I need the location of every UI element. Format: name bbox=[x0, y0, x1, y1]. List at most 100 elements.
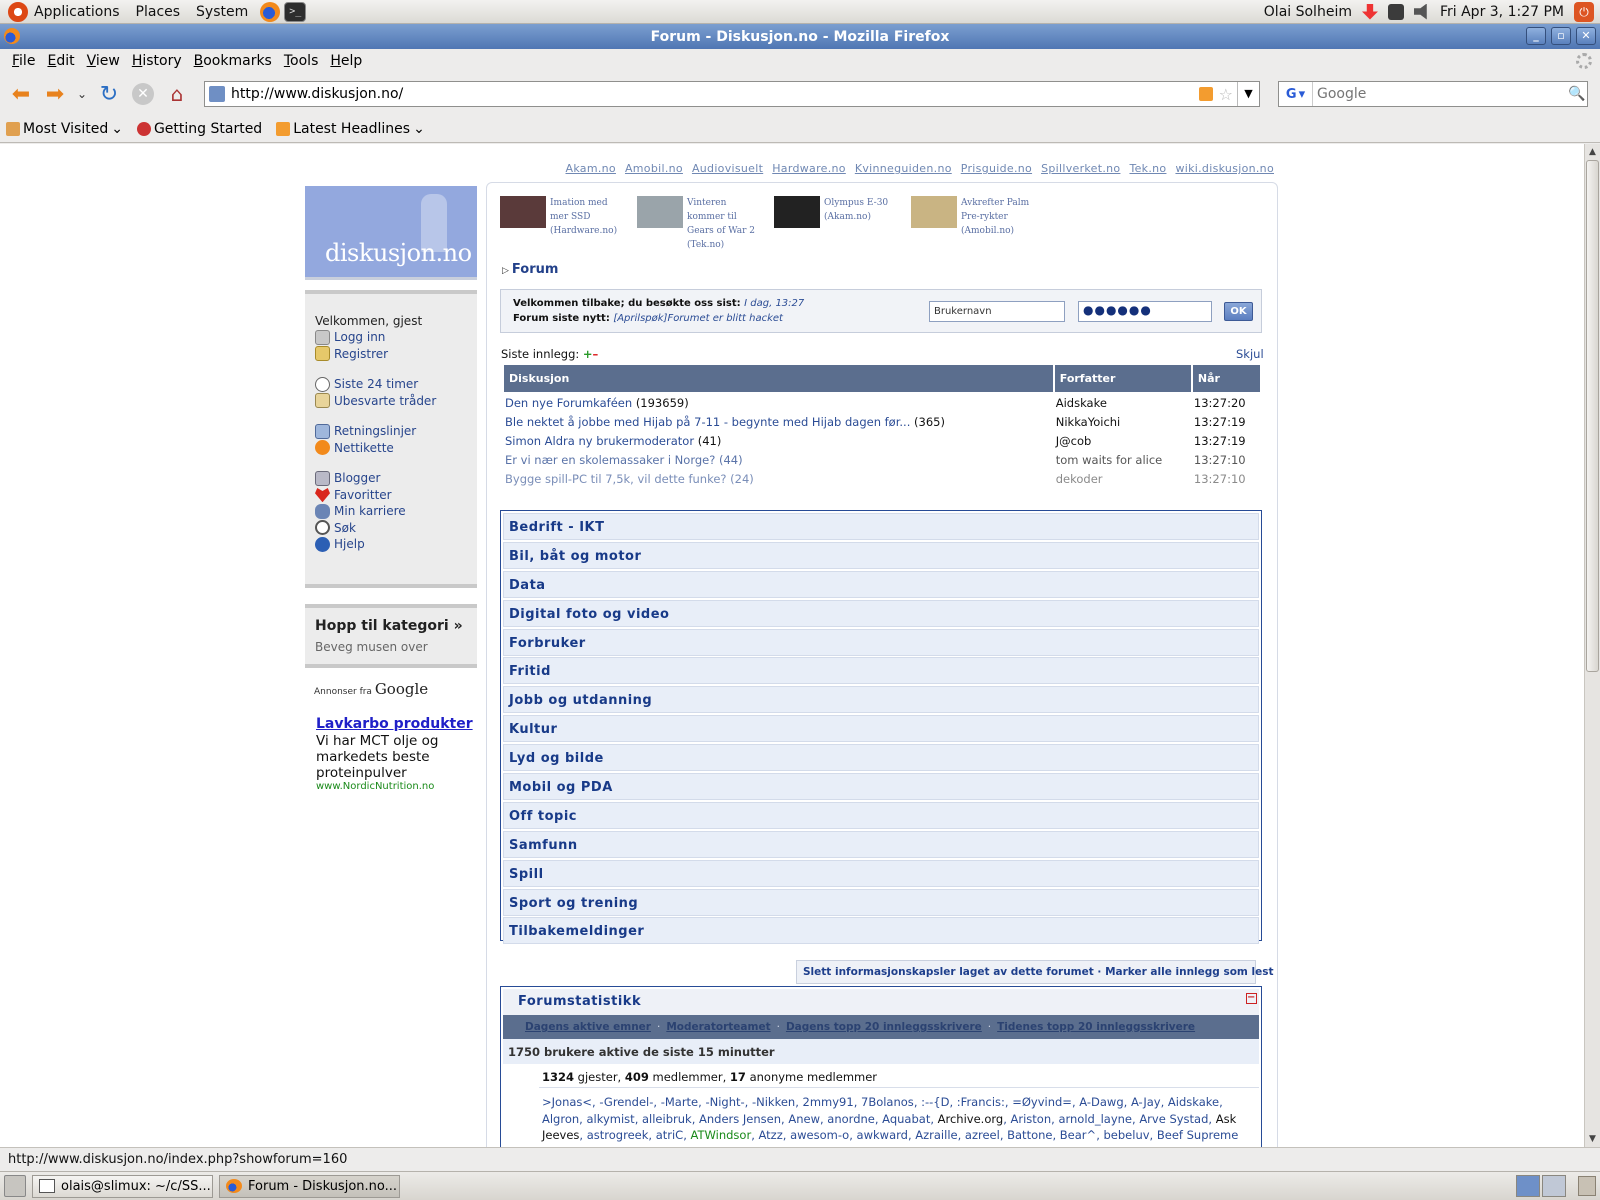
trash-icon[interactable] bbox=[1578, 1176, 1596, 1196]
online-user[interactable]: awkward bbox=[857, 1128, 908, 1142]
back-button[interactable]: ⬅ bbox=[6, 79, 36, 109]
online-user[interactable]: anordne bbox=[827, 1112, 875, 1126]
rss-feed-icon[interactable] bbox=[1198, 87, 1213, 101]
task-firefox[interactable]: Forum - Diskusjon.no... bbox=[219, 1174, 400, 1198]
online-user[interactable]: -Marte bbox=[661, 1095, 698, 1109]
jump-to-category[interactable]: Hopp til kategori » Beveg musen over bbox=[305, 604, 477, 668]
online-user[interactable]: -Nikken bbox=[752, 1095, 795, 1109]
stop-button[interactable]: ✕ bbox=[132, 83, 154, 105]
workspace-1[interactable] bbox=[1516, 1175, 1540, 1197]
reload-button[interactable]: ↻ bbox=[94, 79, 124, 109]
category-row[interactable]: Forbruker bbox=[503, 628, 1259, 656]
stats-link[interactable]: Dagens aktive emner bbox=[525, 1021, 651, 1033]
career-link[interactable]: Min karriere bbox=[315, 503, 477, 520]
news-text[interactable]: Olympus E-30 (Akam.no) bbox=[824, 196, 888, 252]
category-row[interactable]: Bedrift - IKT bbox=[503, 513, 1259, 540]
category-row[interactable]: Spill bbox=[503, 859, 1259, 887]
online-user[interactable]: =Øyvind= bbox=[1012, 1095, 1072, 1109]
search-engine-selector[interactable]: G ▾ bbox=[1279, 82, 1313, 106]
author-cell[interactable]: dekoder bbox=[1055, 470, 1191, 487]
online-user[interactable]: Bear^ bbox=[1060, 1128, 1096, 1142]
online-user[interactable]: A-Dawg bbox=[1079, 1095, 1123, 1109]
category-row[interactable]: Digital foto og video bbox=[503, 599, 1259, 627]
news-thumbnail[interactable] bbox=[637, 196, 683, 228]
category-row[interactable]: Mobil og PDA bbox=[503, 773, 1259, 801]
maximize-button[interactable]: ▫ bbox=[1551, 27, 1571, 45]
online-user[interactable]: A-Jay bbox=[1131, 1095, 1161, 1109]
online-user[interactable]: 7Bolanos bbox=[861, 1095, 914, 1109]
author-cell[interactable]: J@cob bbox=[1055, 432, 1191, 449]
news-thumbnail[interactable] bbox=[911, 196, 957, 228]
topic-link[interactable]: Bygge spill-PC til 7,5k, vil dette funke… bbox=[505, 472, 727, 486]
news-item[interactable]: Vinteren kommer til Gears of War 2 (Tek.n… bbox=[637, 196, 764, 252]
news-item[interactable]: Avkrefter Palm Pre-rykter (Amobil.no) bbox=[911, 196, 1038, 252]
author-cell[interactable]: Aidskake bbox=[1055, 394, 1191, 411]
close-button[interactable]: ✕ bbox=[1576, 27, 1596, 45]
online-user[interactable]: Atzz bbox=[759, 1128, 783, 1142]
search-go-icon[interactable]: 🔍 bbox=[1567, 86, 1587, 102]
scrollbar-thumb[interactable] bbox=[1586, 160, 1599, 672]
menu-history[interactable]: History bbox=[126, 53, 188, 69]
workspace-2[interactable] bbox=[1542, 1175, 1566, 1197]
stats-link[interactable]: Moderatorteamet bbox=[666, 1021, 770, 1033]
topic-link[interactable]: Simon Aldra ny brukermoderator bbox=[505, 434, 694, 448]
news-thumbnail[interactable] bbox=[774, 196, 820, 228]
bookmark-latest-headlines[interactable]: Latest Headlines ⌄ bbox=[276, 121, 425, 137]
bookmark-most-visited[interactable]: Most Visited ⌄ bbox=[6, 121, 123, 137]
online-user[interactable]: azreel bbox=[965, 1128, 1000, 1142]
online-user[interactable]: Beef Supreme bbox=[1157, 1128, 1238, 1142]
scroll-up-icon[interactable]: ▲ bbox=[1585, 144, 1600, 160]
category-row[interactable]: Lyd og bilde bbox=[503, 744, 1259, 772]
menu-view[interactable]: View bbox=[81, 53, 126, 69]
ad-title-link[interactable]: Lavkarbo produkter bbox=[316, 716, 473, 732]
online-user[interactable]: Azraille bbox=[915, 1128, 957, 1142]
expand-icon[interactable]: + bbox=[583, 347, 593, 361]
online-user[interactable]: Arve Systad bbox=[1139, 1112, 1208, 1126]
stats-link[interactable]: Dagens topp 20 innleggsskrivere bbox=[786, 1021, 982, 1033]
category-row[interactable]: Tilbakemeldinger bbox=[503, 917, 1259, 945]
menu-tools[interactable]: Tools bbox=[278, 53, 325, 69]
online-user[interactable]: :--{D bbox=[921, 1095, 949, 1109]
search-input[interactable] bbox=[1313, 86, 1567, 102]
history-dropdown-button[interactable]: ⌄ bbox=[74, 79, 90, 109]
topic-link[interactable]: Den nye Forumkaféen bbox=[505, 396, 632, 410]
menu-file[interactable]: File bbox=[6, 53, 41, 69]
last-24h-link[interactable]: Siste 24 timer bbox=[315, 376, 477, 393]
site-logo[interactable]: diskusjon.no bbox=[305, 186, 477, 280]
home-button[interactable]: ⌂ bbox=[162, 79, 192, 109]
collapse-icon[interactable]: – bbox=[593, 347, 599, 361]
firefox-window-icon[interactable] bbox=[4, 28, 20, 44]
applications-menu[interactable]: Applications bbox=[0, 1, 128, 22]
site-identity-icon[interactable] bbox=[209, 86, 225, 102]
news-text[interactable]: Imation med mer SSD (Hardware.no) bbox=[550, 196, 627, 252]
online-user[interactable]: ATWindsor bbox=[691, 1128, 752, 1142]
online-user[interactable]: Anew bbox=[788, 1112, 820, 1126]
author-cell[interactable]: tom waits for alice bbox=[1055, 451, 1191, 468]
site-link[interactable]: Akam.no bbox=[566, 162, 616, 175]
site-link[interactable]: Prisguide.no bbox=[961, 162, 1032, 175]
online-user[interactable]: arnold_layne bbox=[1058, 1112, 1132, 1126]
site-link[interactable]: Amobil.no bbox=[625, 162, 683, 175]
search-link[interactable]: Søk bbox=[315, 520, 477, 537]
online-user[interactable]: -Night- bbox=[705, 1095, 744, 1109]
stats-link[interactable]: Tidenes topp 20 innleggsskrivere bbox=[997, 1021, 1195, 1033]
network-icon[interactable] bbox=[1387, 3, 1404, 20]
terminal-launcher-icon[interactable]: >_ bbox=[284, 1, 307, 22]
online-user[interactable]: Archive.org bbox=[938, 1112, 1004, 1126]
author-cell[interactable]: NikkaYoichi bbox=[1055, 413, 1191, 430]
url-text[interactable]: http://www.diskusjon.no/ bbox=[231, 86, 1199, 102]
menu-bookmarks[interactable]: Bookmarks bbox=[188, 53, 278, 69]
forward-button[interactable]: ➡ bbox=[40, 79, 70, 109]
user-switcher[interactable]: Olai Solheim bbox=[1264, 4, 1352, 20]
site-link[interactable]: Tek.no bbox=[1129, 162, 1166, 175]
guidelines-link[interactable]: Retningslinjer bbox=[315, 423, 477, 440]
online-user[interactable]: Anders Jensen bbox=[699, 1112, 781, 1126]
online-user[interactable]: awesom-o bbox=[790, 1128, 849, 1142]
window-titlebar[interactable]: Forum - Diskusjon.no - Mozilla Firefox _… bbox=[0, 24, 1600, 49]
category-row[interactable]: Samfunn bbox=[503, 830, 1259, 858]
ad-url[interactable]: www.NordicNutrition.no bbox=[316, 781, 434, 792]
power-icon[interactable]: ⏻ bbox=[1574, 1, 1594, 22]
volume-icon[interactable] bbox=[1413, 3, 1427, 20]
menu-edit[interactable]: Edit bbox=[41, 53, 80, 69]
username-field[interactable] bbox=[929, 301, 1065, 322]
